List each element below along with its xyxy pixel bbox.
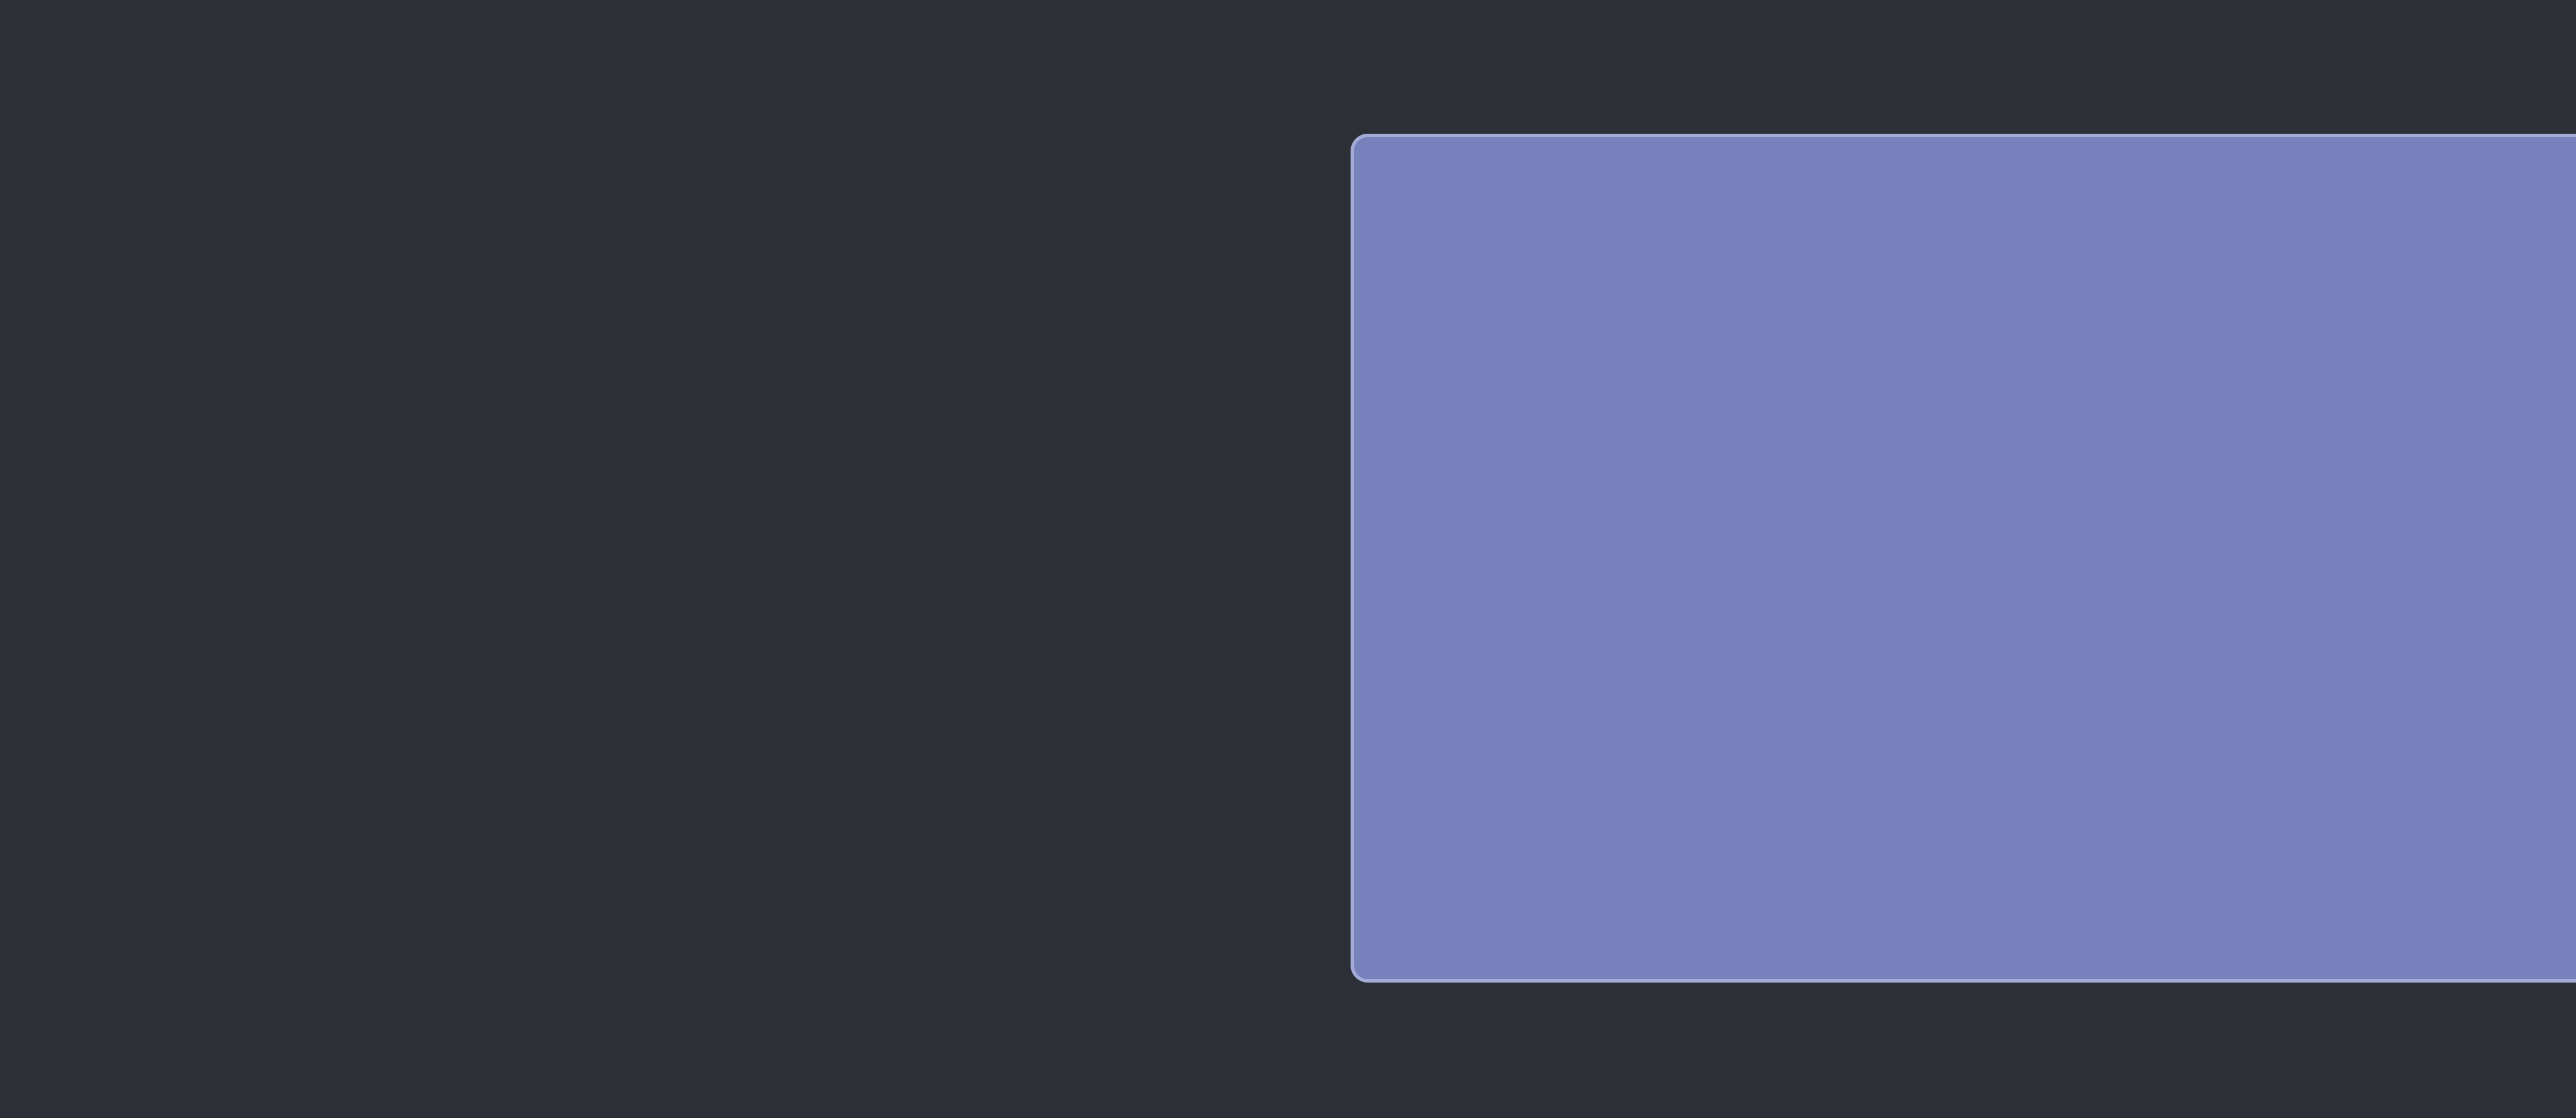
app-window: nucleus Global DashboardProject Insights… xyxy=(1351,134,2576,983)
